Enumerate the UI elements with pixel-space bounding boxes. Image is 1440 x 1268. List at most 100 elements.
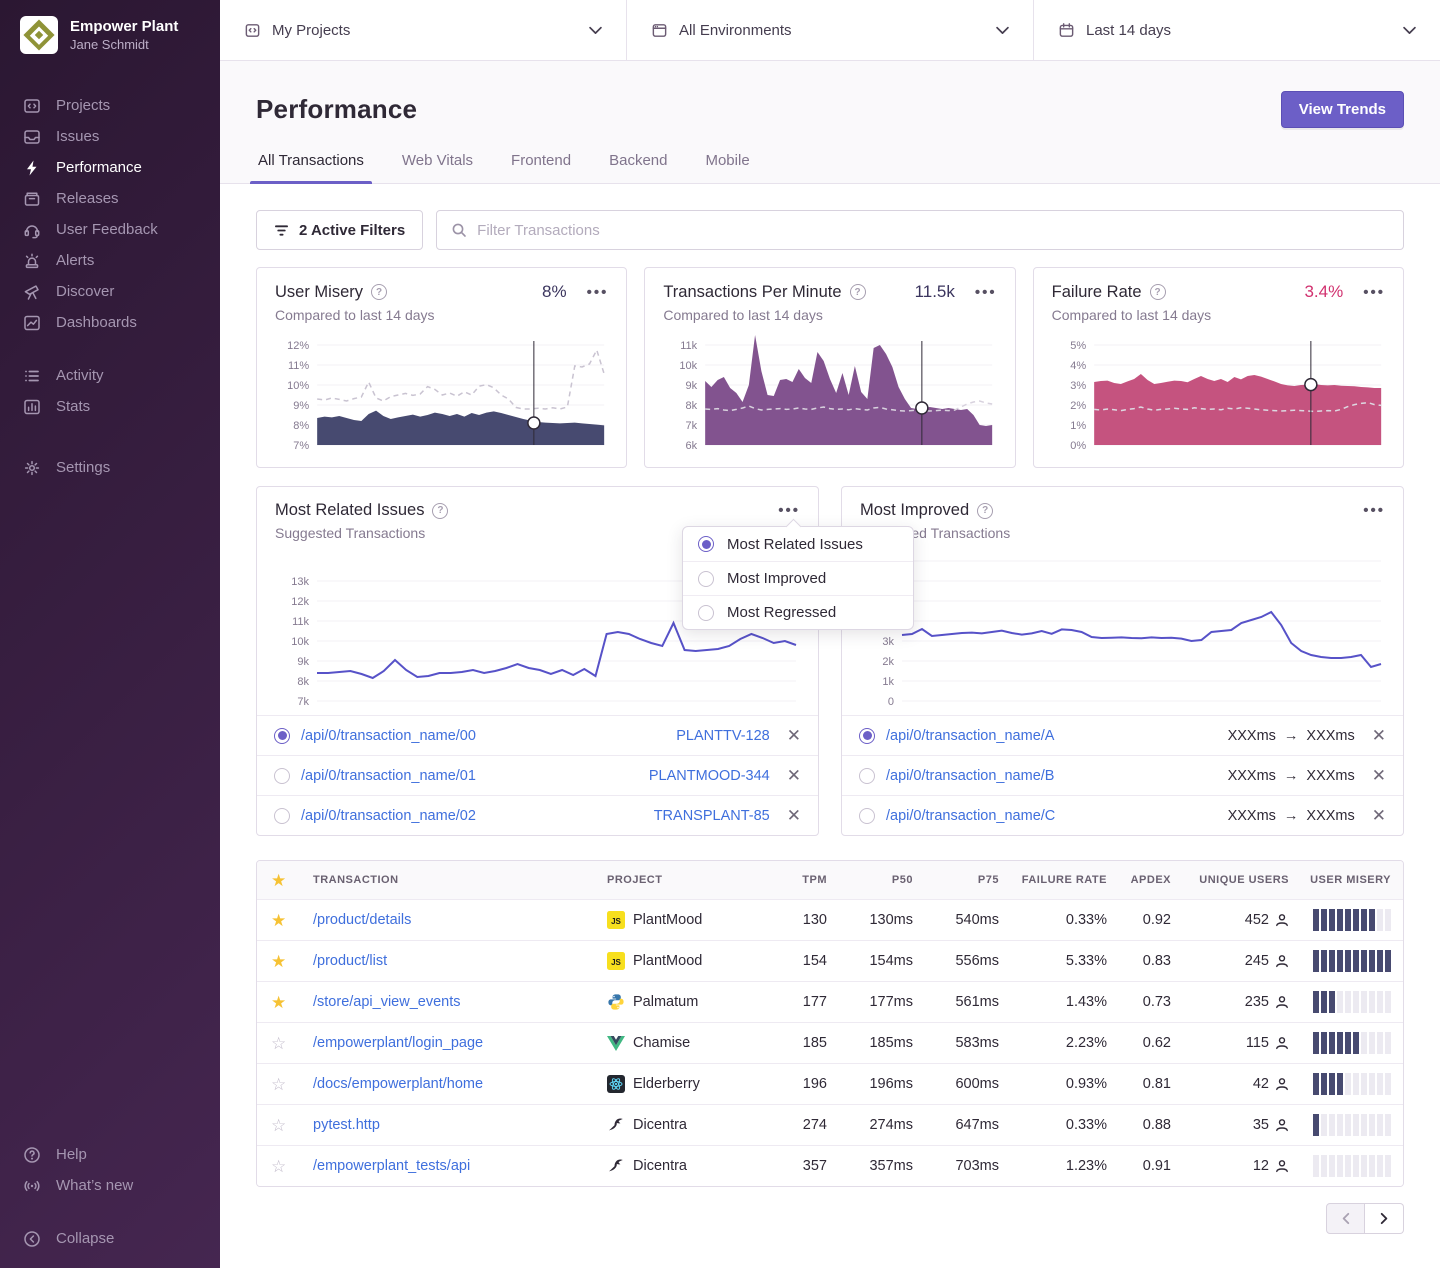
transaction-link[interactable]: /product/details xyxy=(313,912,607,928)
tab-all-transactions[interactable]: All Transactions xyxy=(256,152,366,183)
transaction-link[interactable]: /store/api_view_events xyxy=(313,994,607,1010)
help-circle-icon[interactable]: ? xyxy=(1150,284,1166,300)
filter-panel-dropdown[interactable]: My Projects xyxy=(220,0,626,60)
column-header[interactable]: USER MISERY xyxy=(1289,874,1391,886)
tab-frontend[interactable]: Frontend xyxy=(509,152,573,183)
column-header[interactable]: UNIQUE USERS xyxy=(1171,874,1289,886)
card-menu-button[interactable]: ••• xyxy=(587,285,609,300)
active-filters-button[interactable]: 2 Active Filters xyxy=(256,210,423,250)
filter-window-dropdown[interactable]: All Environments xyxy=(626,0,1033,60)
close-icon[interactable]: ✕ xyxy=(787,767,801,784)
transaction-link[interactable]: /docs/empowerplant/home xyxy=(313,1076,607,1092)
transaction-link[interactable]: /api/0/transaction_name/02 xyxy=(301,808,476,824)
sidebar-item-activity[interactable]: Activity xyxy=(0,360,220,391)
menu-option-most-improved[interactable]: Most Improved xyxy=(683,561,913,595)
close-icon[interactable]: ✕ xyxy=(787,727,801,744)
project-cell[interactable]: JSPlantMood xyxy=(607,911,765,929)
apdex-value: 0.91 xyxy=(1107,1158,1171,1174)
column-header[interactable]: FAILURE RATE xyxy=(999,874,1107,886)
column-header[interactable]: P50 xyxy=(827,874,913,886)
next-page-button[interactable] xyxy=(1365,1203,1404,1234)
transaction-link[interactable]: /empowerplant_tests/api xyxy=(313,1158,607,1174)
column-header[interactable]: TPM xyxy=(765,874,827,886)
sidebar-item-stats[interactable]: Stats xyxy=(0,391,220,422)
issue-link[interactable]: PLANTTV-128 xyxy=(676,728,770,744)
sidebar-item-discover[interactable]: Discover xyxy=(0,276,220,307)
project-cell[interactable]: Chamise xyxy=(607,1034,765,1052)
sidebar-item-releases[interactable]: Releases xyxy=(0,183,220,214)
star-icon[interactable]: ☆ xyxy=(271,1158,313,1175)
project-cell[interactable]: Palmatum xyxy=(607,993,765,1011)
sidebar-item-performance[interactable]: Performance xyxy=(0,152,220,183)
card-menu-button[interactable]: ••• xyxy=(778,503,800,518)
close-icon[interactable]: ✕ xyxy=(1372,807,1386,824)
help-circle-icon[interactable]: ? xyxy=(371,284,387,300)
star-icon[interactable]: ☆ xyxy=(271,1117,313,1134)
transaction-link[interactable]: /api/0/transaction_name/A xyxy=(886,728,1054,744)
close-icon[interactable]: ✕ xyxy=(1372,767,1386,784)
svg-text:8%: 8% xyxy=(293,420,309,432)
radio-icon[interactable] xyxy=(274,768,290,784)
menu-option-most-regressed[interactable]: Most Regressed xyxy=(683,595,913,629)
transaction-link[interactable]: /api/0/transaction_name/00 xyxy=(301,728,476,744)
sidebar-item-user-feedback[interactable]: User Feedback xyxy=(0,214,220,245)
previous-page-button[interactable] xyxy=(1326,1203,1365,1234)
sidebar-item-dashboards[interactable]: Dashboards xyxy=(0,307,220,338)
transaction-link[interactable]: /api/0/transaction_name/B xyxy=(886,768,1054,784)
transaction-link[interactable]: /api/0/transaction_name/C xyxy=(886,808,1055,824)
menu-option-most-related-issues[interactable]: Most Related Issues xyxy=(683,527,913,561)
transaction-link[interactable]: /empowerplant/login_page xyxy=(313,1035,607,1051)
transaction-link[interactable]: /api/0/transaction_name/01 xyxy=(301,768,476,784)
star-icon[interactable]: ★ xyxy=(271,994,313,1011)
project-cell[interactable]: JSPlantMood xyxy=(607,952,765,970)
card-menu-button[interactable]: ••• xyxy=(1363,285,1385,300)
radio-icon[interactable] xyxy=(274,808,290,824)
tab-mobile[interactable]: Mobile xyxy=(703,152,751,183)
radio-icon[interactable] xyxy=(859,768,875,784)
radio-icon[interactable] xyxy=(859,728,875,744)
card-menu-button[interactable]: ••• xyxy=(975,285,997,300)
radio-icon[interactable] xyxy=(698,571,714,587)
help-circle-icon[interactable]: ? xyxy=(977,503,993,519)
project-cell[interactable]: Elderberry xyxy=(607,1075,765,1093)
radio-icon[interactable] xyxy=(274,728,290,744)
transaction-link[interactable]: /product/list xyxy=(313,953,607,969)
column-header[interactable]: APDEX xyxy=(1107,874,1171,886)
help-circle-icon[interactable]: ? xyxy=(850,284,866,300)
radio-icon[interactable] xyxy=(698,536,714,552)
view-trends-button[interactable]: View Trends xyxy=(1281,91,1404,128)
card-menu-button[interactable]: ••• xyxy=(1363,503,1385,518)
star-icon[interactable]: ☆ xyxy=(271,1035,313,1052)
sidebar-item-projects[interactable]: Projects xyxy=(0,90,220,121)
transaction-link[interactable]: pytest.http xyxy=(313,1117,607,1133)
help-circle-icon[interactable]: ? xyxy=(432,503,448,519)
tab-web-vitals[interactable]: Web Vitals xyxy=(400,152,475,183)
sidebar-item-issues[interactable]: Issues xyxy=(0,121,220,152)
star-icon[interactable]: ☆ xyxy=(271,1076,313,1093)
sidebar-item-settings[interactable]: Settings xyxy=(0,452,220,483)
radio-icon[interactable] xyxy=(859,808,875,824)
org-brand[interactable]: Empower Plant Jane Schmidt xyxy=(0,16,220,54)
project-cell[interactable]: Dicentra xyxy=(607,1157,765,1175)
search-input[interactable] xyxy=(477,222,1389,239)
issue-link[interactable]: PLANTMOOD-344 xyxy=(649,768,770,784)
star-icon[interactable]: ★ xyxy=(271,912,313,929)
tab-backend[interactable]: Backend xyxy=(607,152,669,183)
column-header[interactable]: TRANSACTION xyxy=(313,874,607,886)
star-icon[interactable]: ★ xyxy=(271,953,313,970)
sidebar-item-alerts[interactable]: Alerts xyxy=(0,245,220,276)
unique-users-cell: 452 xyxy=(1171,912,1289,928)
sidebar-item-help[interactable]: Help xyxy=(0,1139,220,1170)
project-cell[interactable]: Dicentra xyxy=(607,1116,765,1134)
column-header[interactable]: P75 xyxy=(913,874,999,886)
close-icon[interactable]: ✕ xyxy=(1372,727,1386,744)
issue-link[interactable]: TRANSPLANT-85 xyxy=(654,808,770,824)
radio-icon[interactable] xyxy=(698,605,714,621)
sidebar-item-whats-new[interactable]: What’s new xyxy=(0,1170,220,1201)
sidebar-item-collapse[interactable]: Collapse xyxy=(0,1223,220,1254)
filter-calendar-dropdown[interactable]: Last 14 days xyxy=(1033,0,1440,60)
pagination xyxy=(256,1203,1404,1234)
svg-text:9k: 9k xyxy=(686,380,698,392)
column-header[interactable]: PROJECT xyxy=(607,874,765,886)
close-icon[interactable]: ✕ xyxy=(787,807,801,824)
